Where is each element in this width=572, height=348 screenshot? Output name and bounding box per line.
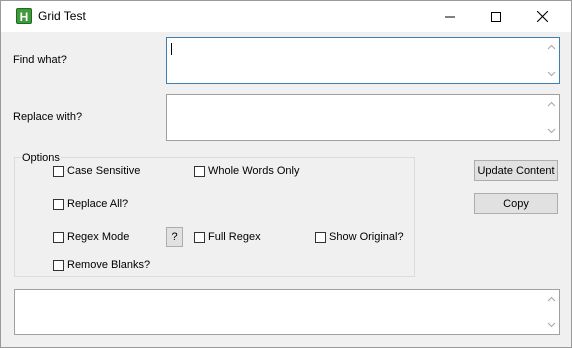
minimize-button[interactable]	[427, 1, 473, 32]
whole-words-only-label: Whole Words Only	[208, 165, 300, 177]
full-regex-checkbox[interactable]: Full Regex	[194, 230, 261, 244]
checkbox-box[interactable]	[53, 259, 64, 271]
checkbox-box[interactable]	[194, 165, 205, 177]
regex-mode-label: Regex Mode	[67, 231, 130, 243]
scroll-up-icon[interactable]	[547, 296, 556, 302]
find-label: Find what?	[13, 54, 67, 66]
find-scrollbar[interactable]	[544, 38, 559, 83]
show-original-checkbox[interactable]: Show Original?	[315, 230, 404, 244]
app-icon: H	[16, 8, 32, 24]
app-window: H Grid Test Find what? Replace with? Opt…	[0, 0, 572, 348]
minimize-icon	[445, 16, 455, 17]
regex-mode-checkbox[interactable]: Regex Mode	[53, 230, 129, 244]
close-button[interactable]	[519, 1, 565, 32]
checkbox-box[interactable]	[53, 165, 64, 177]
regex-help-button[interactable]: ?	[166, 227, 183, 247]
title-bar[interactable]: H Grid Test	[1, 1, 571, 32]
scroll-up-icon[interactable]	[547, 44, 556, 50]
remove-blanks-checkbox[interactable]: Remove Blanks?	[53, 258, 150, 272]
window-title: Grid Test	[38, 9, 86, 23]
text-caret	[171, 43, 172, 55]
find-textarea[interactable]	[169, 40, 543, 81]
options-group-title: Options	[21, 152, 61, 164]
maximize-button[interactable]	[473, 1, 519, 32]
case-sensitive-checkbox[interactable]: Case Sensitive	[53, 164, 140, 178]
replace-scrollbar[interactable]	[544, 95, 559, 140]
replace-input[interactable]	[166, 94, 560, 141]
find-input[interactable]	[166, 37, 560, 84]
maximize-icon	[491, 11, 501, 22]
remove-blanks-label: Remove Blanks?	[67, 259, 151, 271]
output-scrollbar[interactable]	[544, 290, 559, 334]
case-sensitive-label: Case Sensitive	[67, 165, 141, 177]
scroll-down-icon[interactable]	[547, 128, 556, 134]
update-content-button[interactable]: Update Content	[474, 160, 558, 181]
show-original-label: Show Original?	[329, 231, 404, 243]
checkbox-box[interactable]	[53, 198, 64, 210]
scroll-up-icon[interactable]	[547, 101, 556, 107]
checkbox-box[interactable]	[315, 231, 326, 243]
replace-all-checkbox[interactable]: Replace All?	[53, 197, 128, 211]
copy-button[interactable]: Copy	[474, 193, 558, 214]
close-icon	[536, 11, 548, 22]
replace-textarea[interactable]	[169, 97, 543, 138]
scroll-down-icon[interactable]	[547, 322, 556, 328]
output-textbox[interactable]	[14, 289, 560, 335]
output-textarea[interactable]	[17, 292, 543, 332]
replace-all-label: Replace All?	[67, 198, 129, 210]
scroll-down-icon[interactable]	[547, 71, 556, 77]
whole-words-only-checkbox[interactable]: Whole Words Only	[194, 164, 300, 178]
checkbox-box[interactable]	[53, 231, 64, 243]
replace-label: Replace with?	[13, 111, 83, 123]
full-regex-label: Full Regex	[208, 231, 261, 243]
checkbox-box[interactable]	[194, 231, 205, 243]
